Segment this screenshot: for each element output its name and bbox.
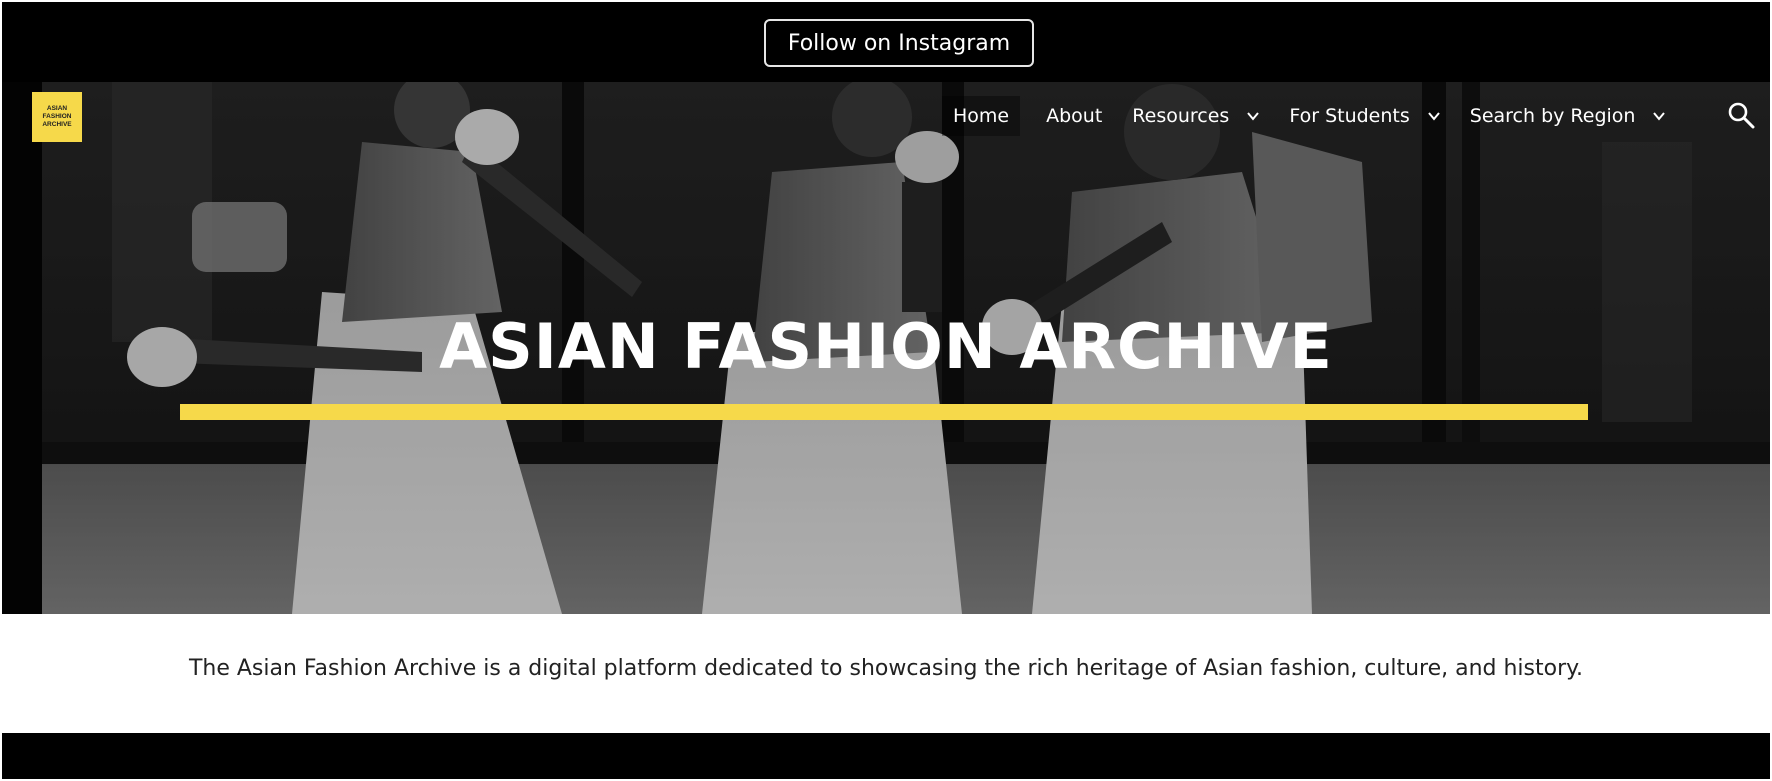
logo-line-1: ASIAN <box>46 105 68 112</box>
search-icon[interactable] <box>1726 100 1756 130</box>
hero-accent-rule <box>180 404 1588 420</box>
hero-title: ASIAN FASHION ARCHIVE <box>439 310 1333 383</box>
site-tagline: The Asian Fashion Archive is a digital p… <box>188 656 1584 681</box>
nav-item-search-by-region[interactable]: Search by Region <box>1470 96 1666 136</box>
page: Follow on Instagram ASIAN FASHION ARCHIV… <box>0 0 1772 781</box>
nav-resources-label: Resources <box>1132 105 1230 127</box>
nav-item-home[interactable]: Home <box>942 96 1021 136</box>
chevron-down-icon <box>1427 112 1440 121</box>
follow-instagram-button[interactable]: Follow on Instagram <box>764 19 1034 67</box>
nav-search-by-region-label: Search by Region <box>1469 105 1636 127</box>
hero-banner: ASIAN FASHION ARCHIVE Home About Resourc… <box>2 82 1770 614</box>
bottom-band <box>2 733 1770 779</box>
nav-item-about[interactable]: About <box>1046 96 1102 136</box>
logo-line-3: ARCHIVE <box>42 121 72 128</box>
nav-home-label: Home <box>953 105 1010 127</box>
logo-line-2: FASHION <box>42 113 72 120</box>
chevron-down-icon <box>1247 112 1260 121</box>
site-logo[interactable]: ASIAN FASHION ARCHIVE <box>32 92 82 142</box>
nav-item-for-students[interactable]: For Students <box>1289 96 1440 136</box>
announcement-bar: Follow on Instagram <box>2 2 1770 82</box>
nav-for-students-label: For Students <box>1289 105 1410 127</box>
main-nav: Home About Resources For Students Search… <box>942 96 1666 136</box>
nav-item-resources[interactable]: Resources <box>1132 96 1260 136</box>
chevron-down-icon <box>1653 112 1666 121</box>
nav-about-label: About <box>1046 105 1103 127</box>
